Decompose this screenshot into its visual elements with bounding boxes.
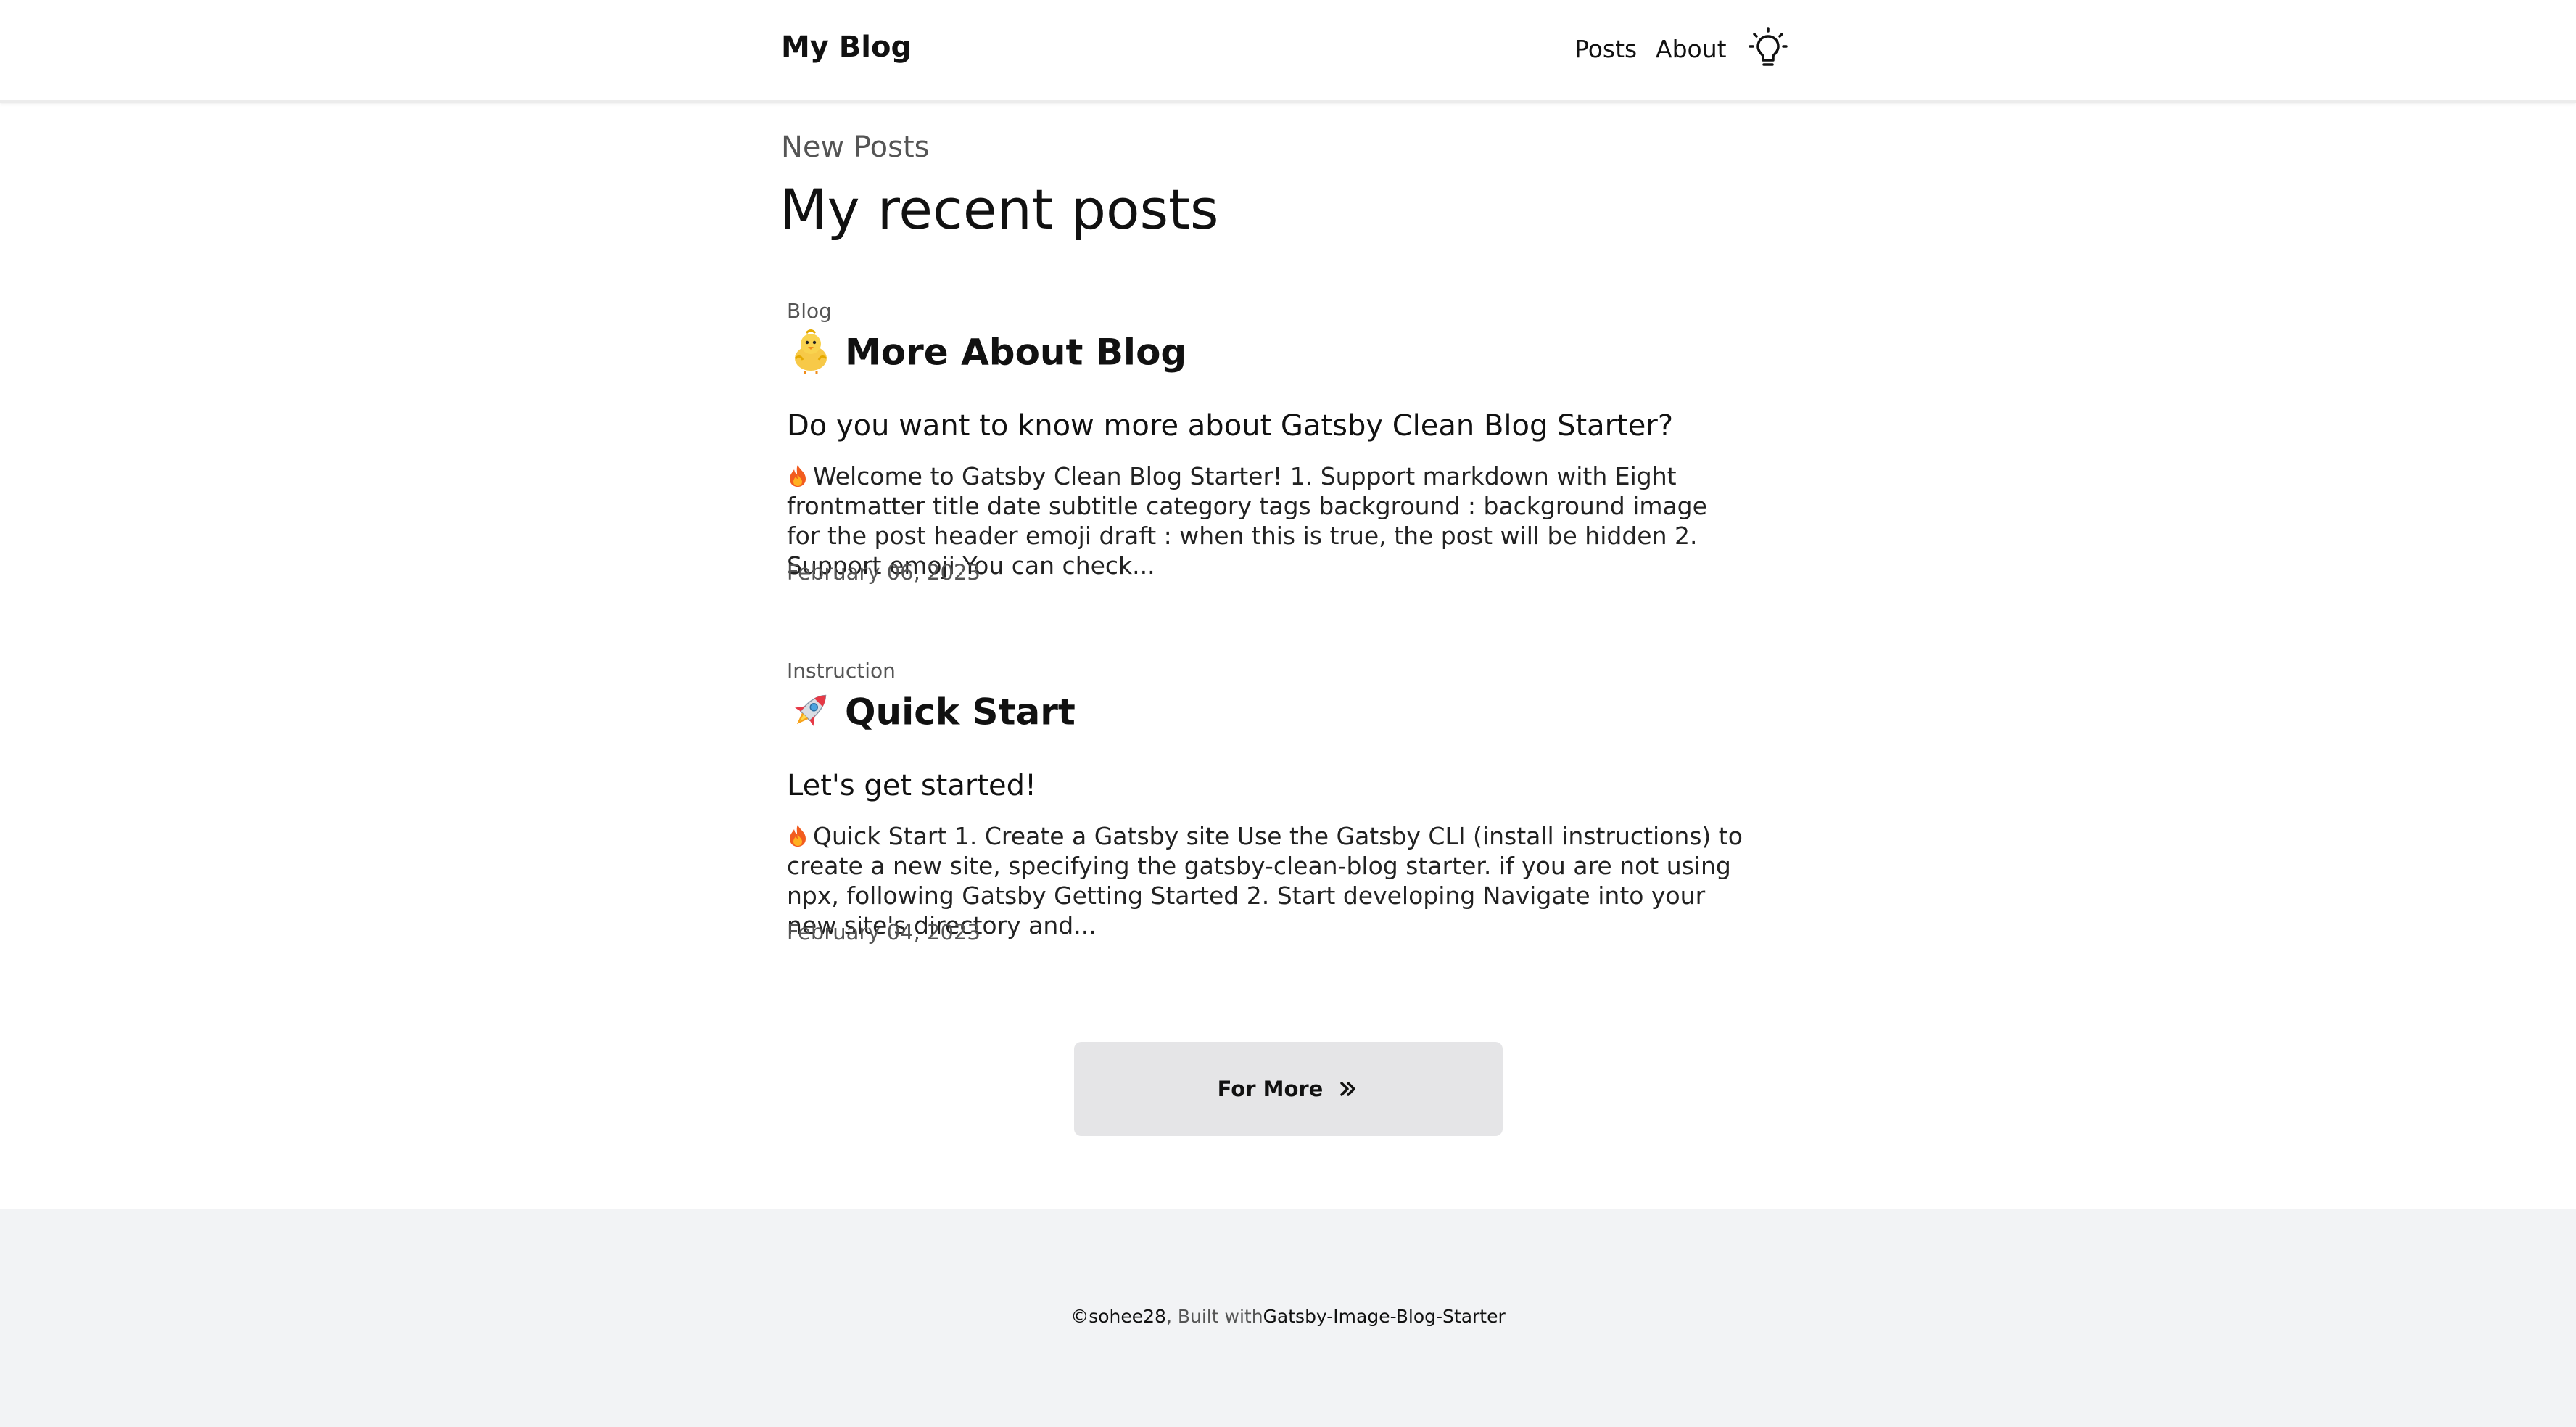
lightbulb-icon [1749, 27, 1788, 66]
site-brand[interactable]: My Blog [781, 30, 912, 64]
footer-credit: ©sohee28, Built withGatsby-Image-Blog-St… [0, 1306, 2576, 1327]
footer-starter-link[interactable]: Gatsby-Image-Blog-Starter [1263, 1306, 1506, 1327]
for-more-button[interactable]: For More [1074, 1042, 1503, 1136]
double-chevron-right-icon [1340, 1082, 1356, 1096]
post-card[interactable]: Blog More About Blog Do you want to know… [787, 299, 1744, 596]
post-subtitle: Let's get started! [787, 769, 1037, 802]
footer-author: sohee28 [1089, 1306, 1166, 1327]
site-header: My Blog Posts About [0, 0, 2576, 103]
post-title-row: More About Blog [787, 329, 1187, 379]
copyright-symbol: © [1070, 1306, 1089, 1327]
post-date: February 06, 2023 [787, 560, 981, 585]
post-title-row: Quick Start [787, 691, 1076, 739]
nav-about-link[interactable]: About [1656, 35, 1727, 63]
fire-icon [790, 825, 806, 847]
fire-icon [790, 465, 806, 487]
footer-built-with: , Built with [1165, 1306, 1263, 1327]
post-title: Quick Start [845, 691, 1076, 733]
site-footer: ©sohee28, Built withGatsby-Image-Blog-St… [0, 1209, 2576, 1427]
rocket-icon [795, 694, 827, 726]
post-card[interactable]: Instruction Quick Start Let's get starte… [787, 659, 1744, 956]
theme-toggle-button[interactable] [1748, 26, 1788, 71]
section-label: New Posts [781, 131, 930, 164]
section-title: My recent posts [780, 177, 1219, 242]
nav-posts-link[interactable]: Posts [1574, 35, 1637, 63]
post-title: More About Blog [845, 331, 1187, 374]
post-date: February 04, 2023 [787, 920, 981, 945]
post-category: Instruction [787, 659, 896, 683]
for-more-label: For More [1217, 1077, 1324, 1101]
post-subtitle: Do you want to know more about Gatsby Cl… [787, 409, 1674, 443]
post-category: Blog [787, 299, 832, 323]
chick-icon [794, 329, 827, 374]
